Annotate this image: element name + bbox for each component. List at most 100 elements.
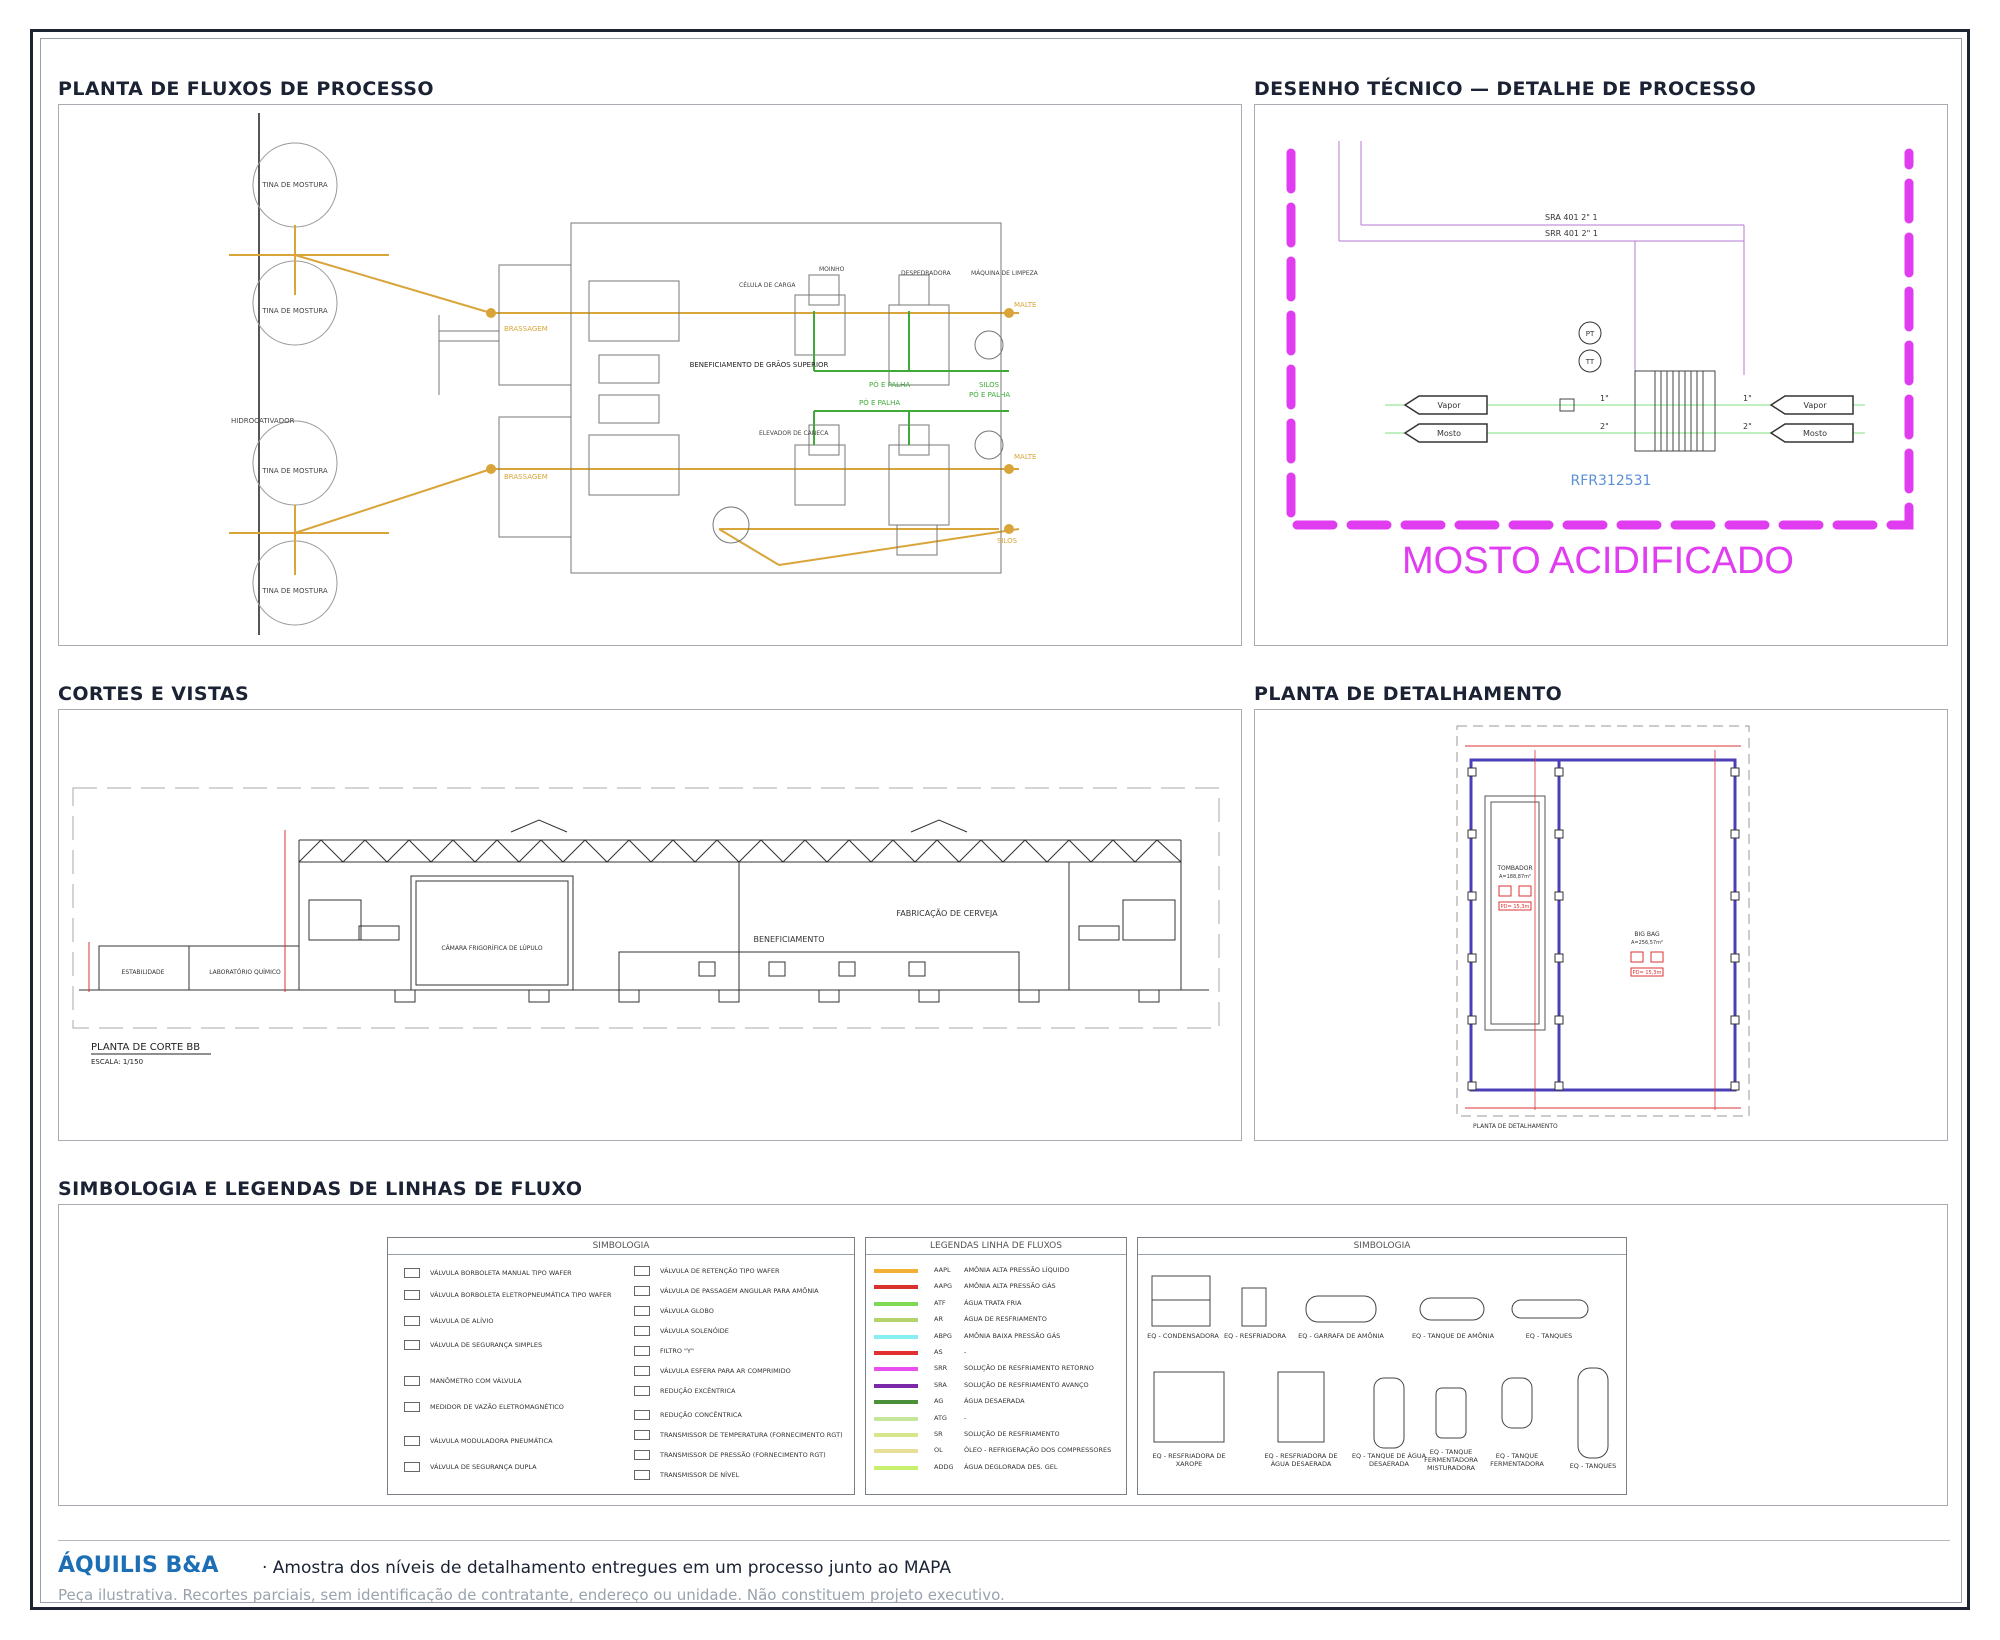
symbol-left-7: VÁLVULA MODULADORA PNEUMÁTICA (404, 1436, 553, 1446)
flow-line-desc: ÓLEO - REFRIGERAÇÃO DOS COMPRESSORES (964, 1446, 1112, 1455)
flow-line-row: AAPG AMÔNIA ALTA PRESSÃO GÁS (874, 1282, 1124, 1294)
eccentric-reducer-icon (634, 1386, 650, 1396)
tina-label-4: TINA DE MOSTURA (261, 587, 328, 595)
flow-line-row: AG ÁGUA DESAERADA (874, 1397, 1124, 1409)
detail-plan-caption: PLANTA DE DETALHAMENTO (1473, 1123, 1558, 1130)
equipment-tag: RFR312531 (1571, 473, 1652, 489)
size-label-1: 1" (1600, 394, 1609, 403)
tina-label-3: TINA DE MOSTURA (261, 467, 328, 475)
symbol-right-8: REDUÇÃO CONCÊNTRICA (634, 1410, 742, 1420)
equip-bottom-6: EQ - TANQUES (1569, 1462, 1617, 1470)
symbol-left-5: MANÔMETRO COM VÁLVULA (404, 1376, 522, 1386)
size-label-2: 2" (1600, 422, 1609, 431)
flow-line-code: OL (934, 1446, 943, 1455)
laboratorio-label: LABORATÓRIO QUÍMICO (209, 969, 281, 976)
flow-line-desc: ÁGUA TRATA FRIA (964, 1298, 1022, 1307)
flow-line-swatch (874, 1318, 918, 1323)
process-flow-panel: TINA DE MOSTURA TINA DE MOSTURA TINA DE … (58, 104, 1242, 646)
level-transmitter-icon (634, 1470, 650, 1480)
camara-label: CÂMARA FRIGORÍFICA DE LÚPULO (441, 945, 543, 952)
section-scale: ESCALA: 1/150 (91, 1058, 143, 1066)
flow-line-swatch (874, 1383, 918, 1388)
flow-line-row: ABPG AMÔNIA BAIXA PRESSÃO GÁS (874, 1332, 1124, 1344)
beneficiamento-section-label: BENEFICIAMENTO (753, 935, 824, 944)
valve-icon (404, 1268, 420, 1278)
flow-line-row: SRA SOLUÇÃO DE RESFRIAMENTO AVANÇO (874, 1381, 1124, 1393)
globe-valve-icon (634, 1306, 650, 1316)
flow-line-swatch (874, 1334, 918, 1339)
symbol-right-5: FILTRO "Y" (634, 1346, 694, 1356)
flow-line-desc: ÁGUA DE RESFRIAMENTO (964, 1315, 1047, 1324)
process-flow-drawing: TINA DE MOSTURA TINA DE MOSTURA TINA DE … (229, 113, 1039, 635)
double-safety-valve-icon (404, 1462, 420, 1472)
equip-top-2: EQ - RESFRIADORA (1224, 1332, 1286, 1340)
symbol-left-2: VÁLVULA BORBOLETA ELETROPNEUMÁTICA TIPO … (404, 1290, 611, 1300)
flow-line-row: AS - (874, 1348, 1124, 1360)
flow-line-swatch (874, 1416, 918, 1421)
symbol-left-1: VÁLVULA BORBOLETA MANUAL TIPO WAFER (404, 1268, 572, 1278)
flow-line-row: SR SOLUÇÃO DE RESFRIAMENTO (874, 1430, 1124, 1442)
technical-drawing-svg: SRA 401 2" 1 SRR 401 2" 1 PT TT 1" 2" 1"… (1286, 141, 1914, 582)
flow-line-code: SRR (934, 1364, 948, 1373)
po-palha-label-2: PÓ E PALHA (969, 390, 1010, 399)
flow-line-desc: SOLUÇÃO DE RESFRIAMENTO AVANÇO (964, 1380, 1089, 1389)
symbols-legend-box: SIMBOLOGIA VÁLVULA BORBOLETA MANUAL TIPO… (387, 1237, 855, 1495)
malte-label-2: MALTE (1014, 453, 1036, 461)
pd-label-1: PD= 15,3m (1501, 904, 1530, 910)
flow-line-desc: ÁGUA DEGLORADA DES. GEL (964, 1462, 1058, 1471)
flow-line-swatch (874, 1367, 918, 1372)
flow-line-desc: SOLUÇÃO DE RESFRIAMENTO RETORNO (964, 1364, 1094, 1373)
beneficiamento-label: BENEFICIAMENTO DE GRÃOS SUPERIOR (690, 360, 829, 369)
brand-name: ÁQUILIS B&A (58, 1553, 219, 1578)
legends-title: SIMBOLOGIA E LEGENDAS DE LINHAS DE FLUXO (58, 1178, 583, 1200)
celula-carga-label: CÉLULA DE CARGA (739, 281, 796, 289)
flow-line-desc: - (964, 1348, 967, 1356)
flow-line-swatch (874, 1269, 918, 1273)
equip-bottom-1: EQ - RESFRIADORA DE XAROPE (1152, 1452, 1226, 1468)
flow-legend-head: LEGENDAS LINHA DE FLUXOS (866, 1238, 1126, 1255)
vapor-left-label: Vapor (1437, 401, 1461, 410)
concentric-reducer-icon (634, 1410, 650, 1420)
temperature-transmitter-icon (634, 1430, 650, 1440)
flow-line-code: AR (934, 1315, 943, 1324)
symbol-right-4: VÁLVULA SOLENÓIDE (634, 1326, 729, 1336)
symbol-right-2: VÁLVULA DE PASSAGEM ANGULAR PARA AMÔNIA (634, 1286, 819, 1296)
relief-valve-icon (404, 1316, 420, 1326)
sections-views-title: CORTES E VISTAS (58, 683, 250, 705)
footer-tagline: · Amostra dos níveis de detalhamento ent… (262, 1558, 951, 1578)
flow-line-desc: ÁGUA DESAERADA (964, 1397, 1025, 1406)
symbol-left-4: VÁLVULA DE SEGURANÇA SIMPLES (404, 1340, 542, 1350)
flow-line-row: SRR SOLUÇÃO DE RESFRIAMENTO RETORNO (874, 1364, 1124, 1376)
pressure-transmitter-icon (634, 1450, 650, 1460)
maquina-limpeza-label: MÁQUINA DE LIMPEZA (971, 270, 1039, 277)
pt-label: PT (1586, 330, 1595, 338)
legends-panel: SIMBOLOGIA VÁLVULA BORBOLETA MANUAL TIPO… (58, 1204, 1948, 1506)
section-caption: PLANTA DE CORTE BB (91, 1042, 200, 1053)
flow-line-desc: - (964, 1413, 967, 1422)
sections-views-svg: ESTABILIDADE LABORATÓRIO QUÍMICO CÂMARA … (72, 787, 1220, 1066)
brassagem-label-2: BRASSAGEM (504, 473, 548, 481)
symbol-right-7: REDUÇÃO EXCÊNTRICA (634, 1386, 735, 1396)
flow-line-row: AAPL AMÔNIA ALTA PRESSÃO LÍQUIDO (874, 1266, 1124, 1278)
tina-label-2: TINA DE MOSTURA (261, 307, 328, 315)
mosto-acidificado-label: MOSTO ACIDIFICADO (1402, 540, 1794, 582)
sra-line-label: SRA 401 2" 1 (1545, 213, 1598, 222)
silos-label-1: SILOS (979, 381, 1000, 389)
flow-line-code: ATF (934, 1298, 946, 1307)
elevador-caneca-label: ELEVADOR DE CANECA (759, 430, 829, 437)
size-label-3: 1" (1743, 394, 1752, 403)
mosto-left-label: Mosto (1437, 429, 1461, 438)
flow-line-code: ADDG (934, 1462, 954, 1471)
symbol-left-3: VÁLVULA DE ALÍVIO (404, 1316, 494, 1326)
check-valve-icon (634, 1266, 650, 1276)
brassagem-label-1: BRASSAGEM (504, 325, 548, 333)
flow-line-row: OL ÓLEO - REFRIGERAÇÃO DOS COMPRESSORES (874, 1446, 1124, 1458)
flow-line-swatch (874, 1465, 918, 1470)
tombador-label: TOMBADOR (1496, 865, 1532, 872)
big-bag-label: BIG BAG (1634, 931, 1660, 938)
valve-icon (404, 1290, 420, 1300)
fabricacao-label: FABRICAÇÃO DE CERVEJA (896, 908, 998, 918)
footer-rule (58, 1540, 1950, 1541)
equip-top-3: EQ - GARRAFA DE AMÔNIA (1298, 1332, 1384, 1340)
estabilidade-label: ESTABILIDADE (122, 969, 165, 976)
